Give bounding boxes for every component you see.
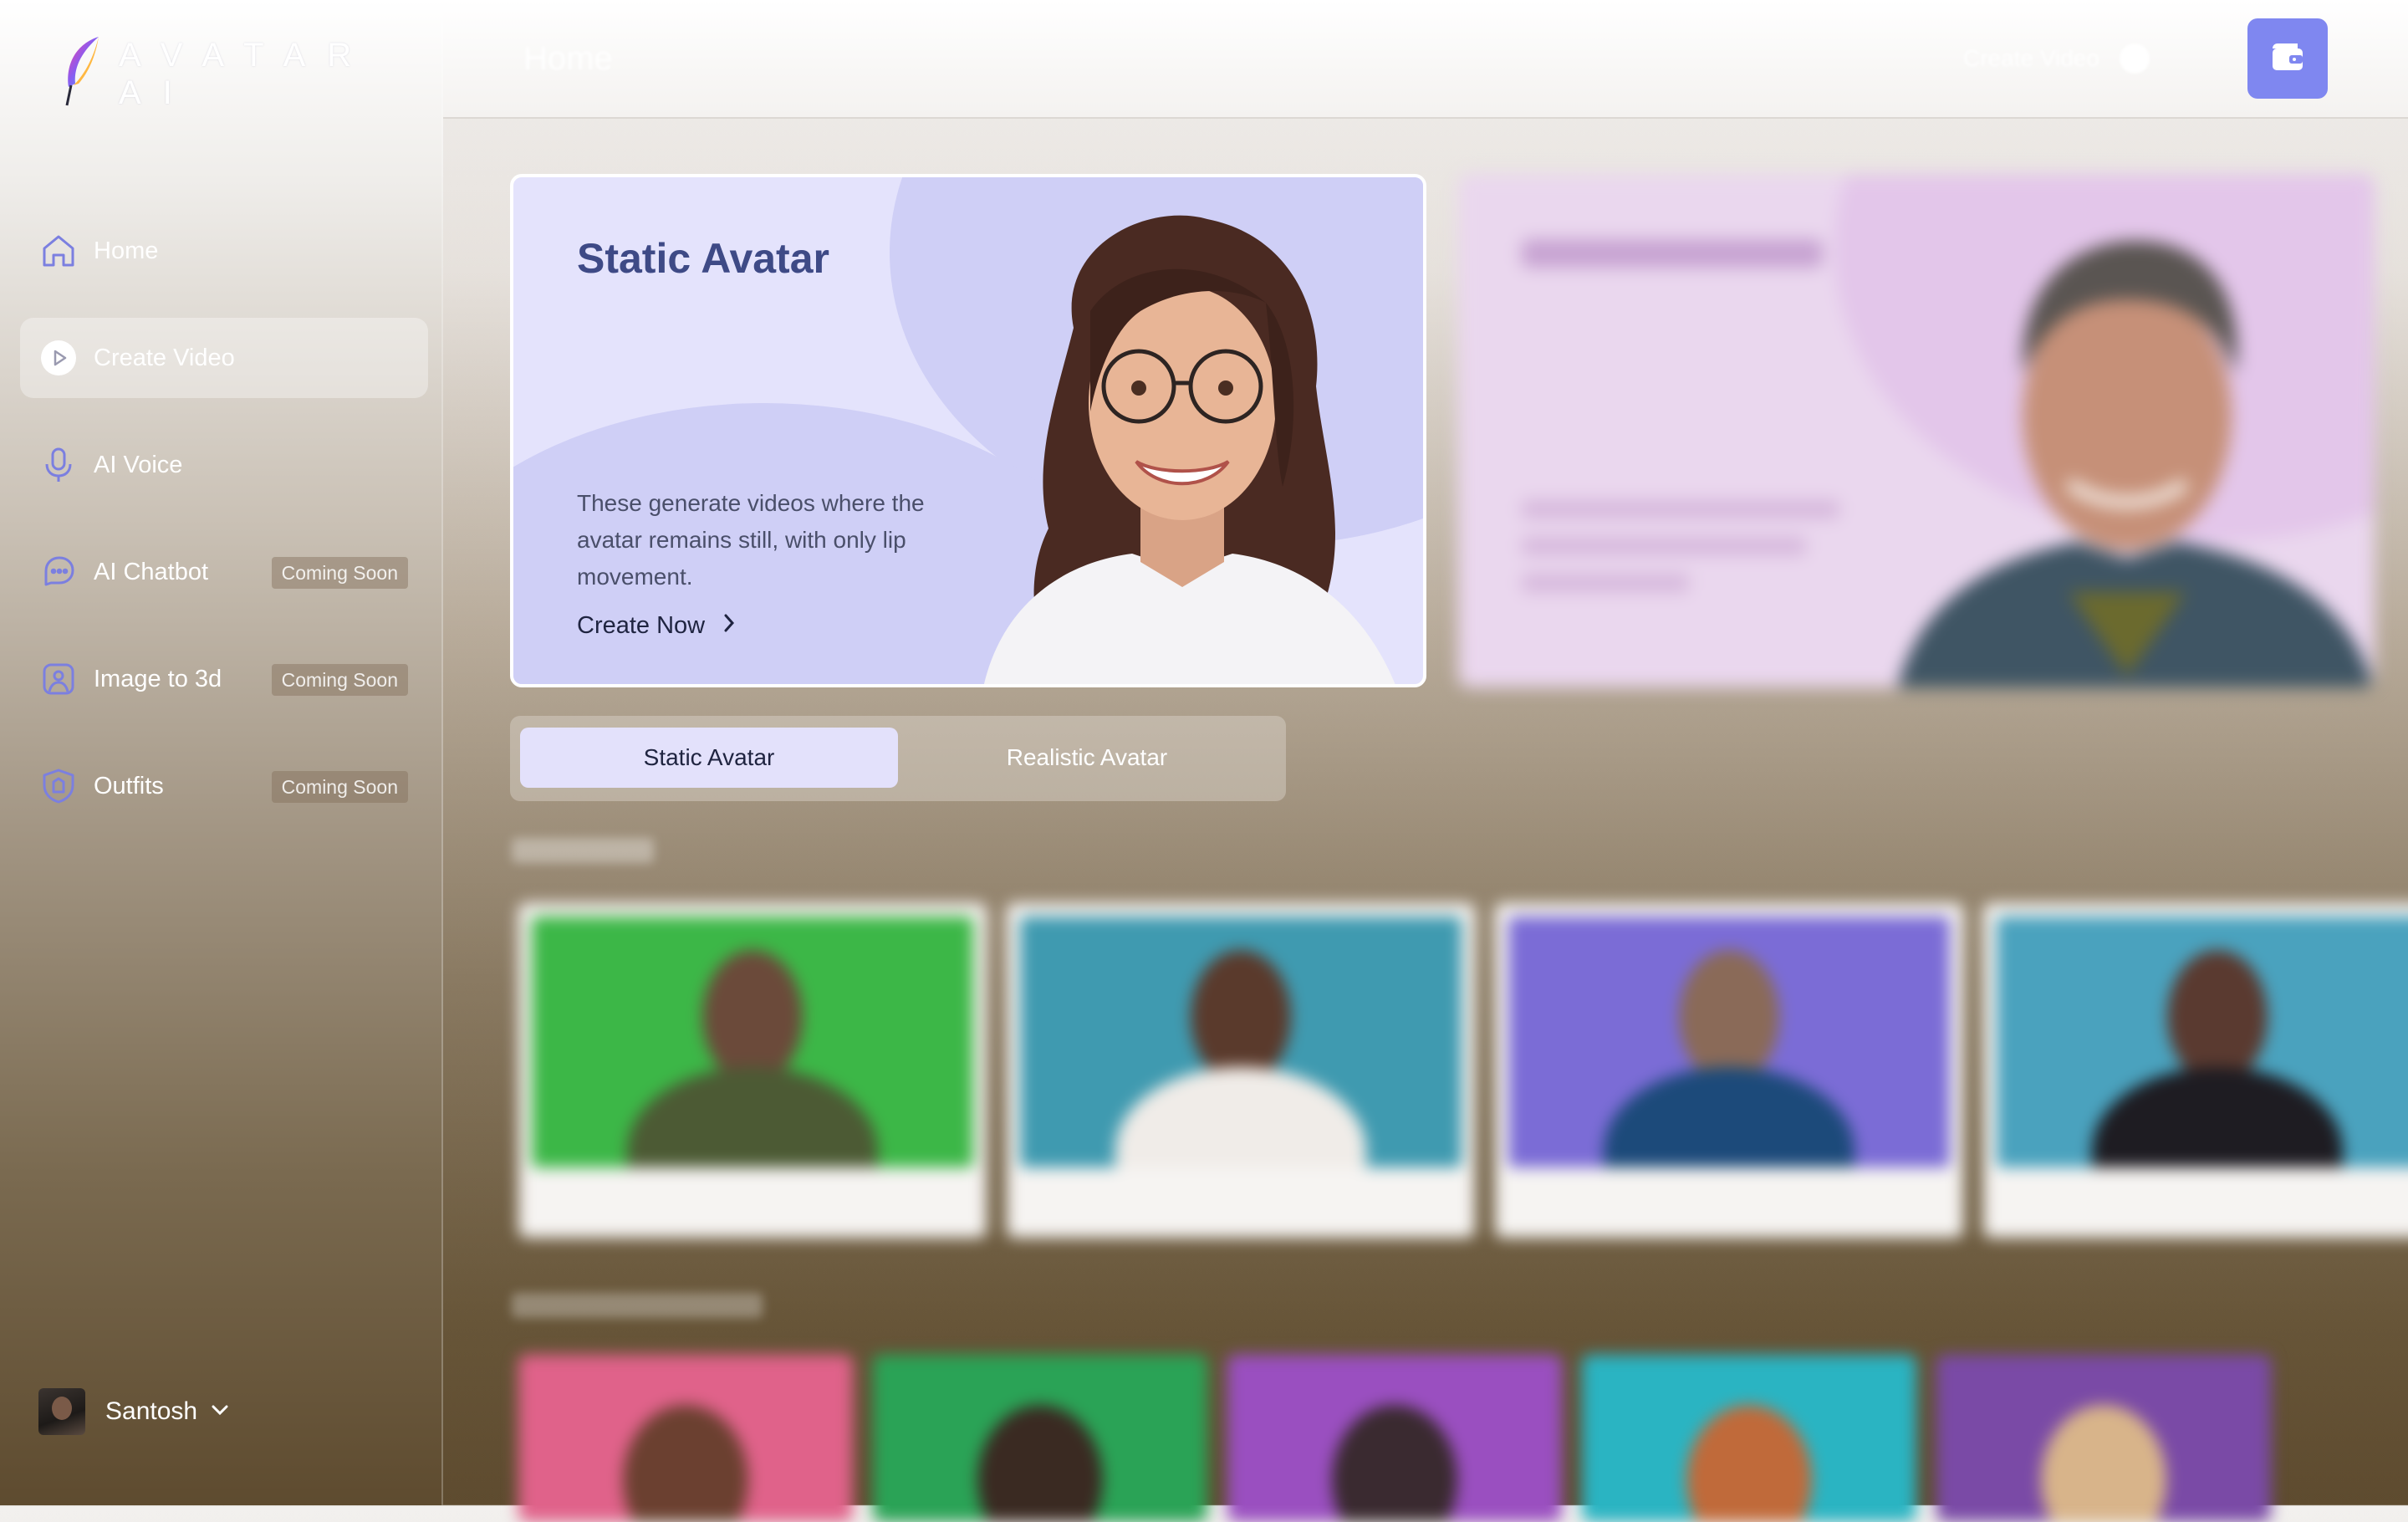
page-title: Home bbox=[523, 40, 613, 77]
sidebar-item-outfits[interactable]: Outfits Coming Soon bbox=[20, 746, 428, 826]
sidebar-item-label: Create Video bbox=[94, 344, 235, 371]
card-title: Static Avatar bbox=[577, 235, 829, 282]
static-avatar-card[interactable]: Static Avatar These generate videos wher… bbox=[510, 174, 1426, 687]
create-video-label: Create Video bbox=[1963, 45, 2099, 71]
avatar-card[interactable] bbox=[518, 903, 987, 1238]
avatar-tile[interactable] bbox=[518, 1355, 853, 1522]
shirt-shield-icon bbox=[38, 766, 79, 806]
avatar-card[interactable] bbox=[1007, 903, 1475, 1238]
avatar-woman-image bbox=[984, 215, 1395, 684]
avatar-thumbnail bbox=[1508, 917, 1950, 1167]
coming-soon-badge: Coming Soon bbox=[271, 771, 408, 803]
user-name: Santosh bbox=[105, 1397, 198, 1425]
realistic-avatar-tab[interactable]: Realistic Avatar bbox=[898, 728, 1276, 788]
avatar-type-toggle: Static Avatar Realistic Avatar bbox=[510, 716, 1286, 801]
avatar-tile[interactable] bbox=[1227, 1355, 1562, 1522]
sidebar-item-label: Home bbox=[94, 237, 159, 264]
create-now-button[interactable]: Create Now bbox=[577, 612, 735, 640]
create-now-label: Create Now bbox=[577, 612, 706, 639]
avatar-tile[interactable] bbox=[873, 1355, 1207, 1522]
card-description: These generate videos where the avatar r… bbox=[577, 490, 925, 590]
logo-text: AVATAR AI bbox=[119, 36, 374, 111]
avatar bbox=[38, 1388, 85, 1435]
sidebar-item-home[interactable]: Home bbox=[20, 211, 428, 291]
sidebar-item-label: Outfits bbox=[94, 772, 164, 799]
sidebar-item-label: Image to 3d bbox=[94, 665, 222, 692]
wallet-button[interactable] bbox=[2247, 18, 2328, 99]
play-circle-icon bbox=[38, 338, 79, 378]
avatar-thumbnail bbox=[532, 917, 973, 1167]
coming-soon-badge: Coming Soon bbox=[271, 664, 408, 696]
image-3d-icon bbox=[38, 659, 79, 699]
home-icon bbox=[38, 231, 79, 271]
avatar-card[interactable] bbox=[1983, 903, 2408, 1238]
user-menu[interactable]: Santosh bbox=[38, 1388, 229, 1435]
coming-soon-badge: Coming Soon bbox=[271, 557, 408, 589]
chevron-down-icon bbox=[211, 1404, 229, 1420]
card-description-blurred bbox=[1522, 500, 1873, 603]
sidebar-item-ai-voice[interactable]: AI Voice bbox=[20, 425, 428, 505]
sidebar-item-create-video[interactable]: Create Video bbox=[20, 318, 428, 398]
sidebar-item-ai-chatbot[interactable]: AI Chatbot Coming Soon bbox=[20, 532, 428, 612]
chat-bubble-icon bbox=[38, 552, 79, 592]
top-bar: Home Create Video bbox=[443, 0, 2408, 119]
card-title-blurred bbox=[1522, 231, 1823, 283]
realistic-avatar-card[interactable] bbox=[1458, 174, 2375, 687]
sidebar-item-label: AI Chatbot bbox=[94, 558, 209, 585]
avatar-card[interactable] bbox=[1495, 903, 1963, 1238]
app-logo[interactable]: AVATAR AI bbox=[60, 35, 441, 113]
wallet-icon bbox=[2269, 40, 2306, 78]
sidebar: AVATAR AI Home Create Video AI Voice AI … bbox=[0, 0, 443, 1505]
sidebar-item-image-to-3d[interactable]: Image to 3d Coming Soon bbox=[20, 639, 428, 719]
microphone-icon bbox=[38, 445, 79, 485]
section-heading-blurred bbox=[512, 833, 654, 874]
avatar-thumbnail bbox=[1020, 917, 1462, 1167]
arrow-circle-icon bbox=[2119, 43, 2150, 74]
avatar-tile[interactable] bbox=[1582, 1355, 1916, 1522]
avatar-thumbnail bbox=[1997, 917, 2408, 1167]
sidebar-item-label: AI Voice bbox=[94, 451, 183, 478]
section-heading-blurred bbox=[512, 1288, 763, 1329]
static-avatar-tab[interactable]: Static Avatar bbox=[520, 728, 898, 788]
avatar-tile[interactable] bbox=[1936, 1355, 2271, 1522]
create-video-link[interactable]: Create Video bbox=[1963, 43, 2150, 74]
chevron-right-icon bbox=[723, 612, 735, 640]
feather-logo-icon bbox=[60, 35, 104, 113]
avatar-man-image bbox=[1897, 241, 2374, 687]
